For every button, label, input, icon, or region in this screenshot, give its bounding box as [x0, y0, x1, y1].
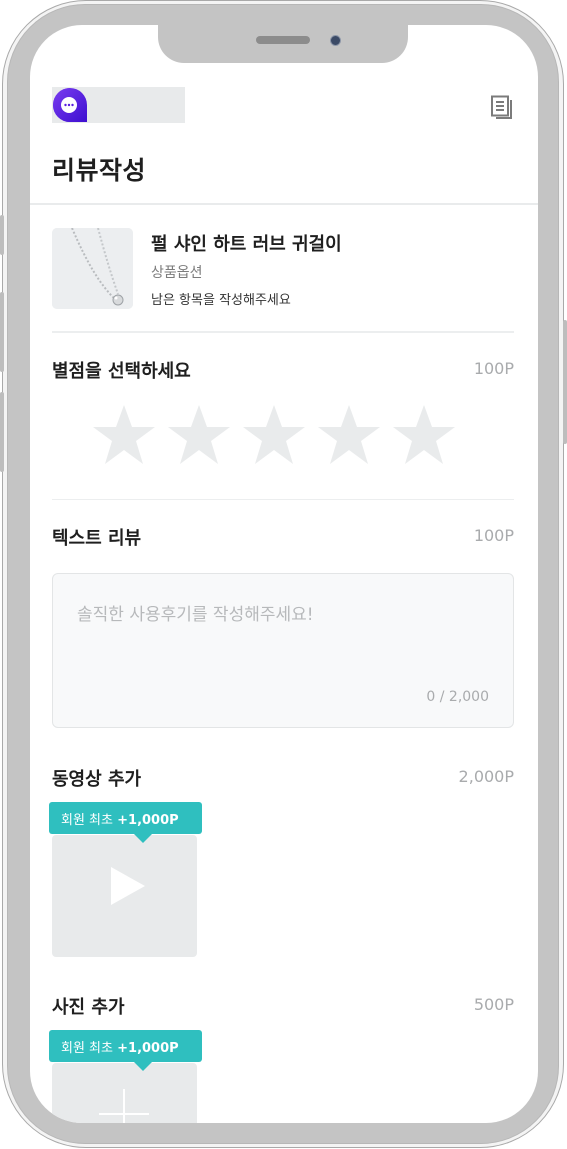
power-button: [563, 320, 567, 444]
video-points: 2,000P: [458, 767, 514, 786]
header-divider: [30, 203, 538, 205]
brand-logo[interactable]: [52, 87, 185, 123]
document-list-icon[interactable]: [490, 95, 514, 119]
plus-icon: [99, 1089, 149, 1123]
review-textarea[interactable]: 솔직한 사용후기를 작성해주세요! 0 / 2,000: [52, 573, 514, 728]
play-icon: [111, 867, 145, 905]
rating-points: 100P: [473, 359, 514, 378]
speaker: [256, 36, 310, 44]
page-title: 리뷰작성: [52, 156, 147, 185]
mute-switch: [0, 215, 4, 255]
front-camera: [330, 35, 341, 46]
video-bonus-badge: 회원 최초 +1,000P: [49, 802, 202, 843]
volume-down-button: [0, 392, 4, 472]
star-icon[interactable]: [317, 403, 381, 467]
review-placeholder: 솔직한 사용후기를 작성해주세요!: [77, 605, 314, 625]
phone-notch: [158, 25, 408, 63]
character-counter: 0 / 2,000: [426, 689, 489, 705]
text-review-points: 100P: [473, 526, 514, 545]
add-photo-button[interactable]: [52, 1063, 197, 1123]
video-label: 동영상 추가: [52, 769, 142, 790]
necklace-image: [52, 228, 133, 309]
product-option: 상품옵션: [151, 265, 203, 281]
rating-label: 별점을 선택하세요: [52, 361, 191, 382]
photo-badge-bonus: +1,000P: [117, 1041, 179, 1056]
photo-bonus-badge: 회원 최초 +1,000P: [49, 1030, 202, 1071]
remaining-items-notice: 남은 항목을 작성해주세요: [151, 293, 291, 308]
star-icon[interactable]: [167, 403, 231, 467]
video-badge-prefix: 회원 최초: [61, 813, 113, 828]
star-icon[interactable]: [92, 403, 156, 467]
add-video-button[interactable]: [52, 835, 197, 957]
photo-badge-prefix: 회원 최초: [61, 1041, 113, 1056]
star-icon[interactable]: [242, 403, 306, 467]
chat-bubble-logo-icon: [53, 88, 87, 122]
text-review-label: 텍스트 리뷰: [52, 528, 142, 549]
product-name: 펄 샤인 하트 러브 귀걸이: [151, 234, 342, 255]
volume-up-button: [0, 292, 4, 372]
video-badge-bonus: +1,000P: [117, 813, 179, 828]
product-thumbnail: [52, 228, 133, 309]
photo-points: 500P: [473, 995, 514, 1014]
star-rating: [92, 403, 456, 467]
app-screen: 리뷰작성 펄 샤인 하트 러브 귀걸이 상품옵션 남은 항목을 작성해주세요 별…: [30, 25, 538, 1123]
product-divider: [52, 331, 514, 333]
tooltip-arrow: [134, 834, 152, 843]
tooltip-arrow: [134, 1062, 152, 1071]
star-icon[interactable]: [392, 403, 456, 467]
photo-label: 사진 추가: [52, 997, 125, 1018]
rating-divider: [52, 499, 514, 500]
